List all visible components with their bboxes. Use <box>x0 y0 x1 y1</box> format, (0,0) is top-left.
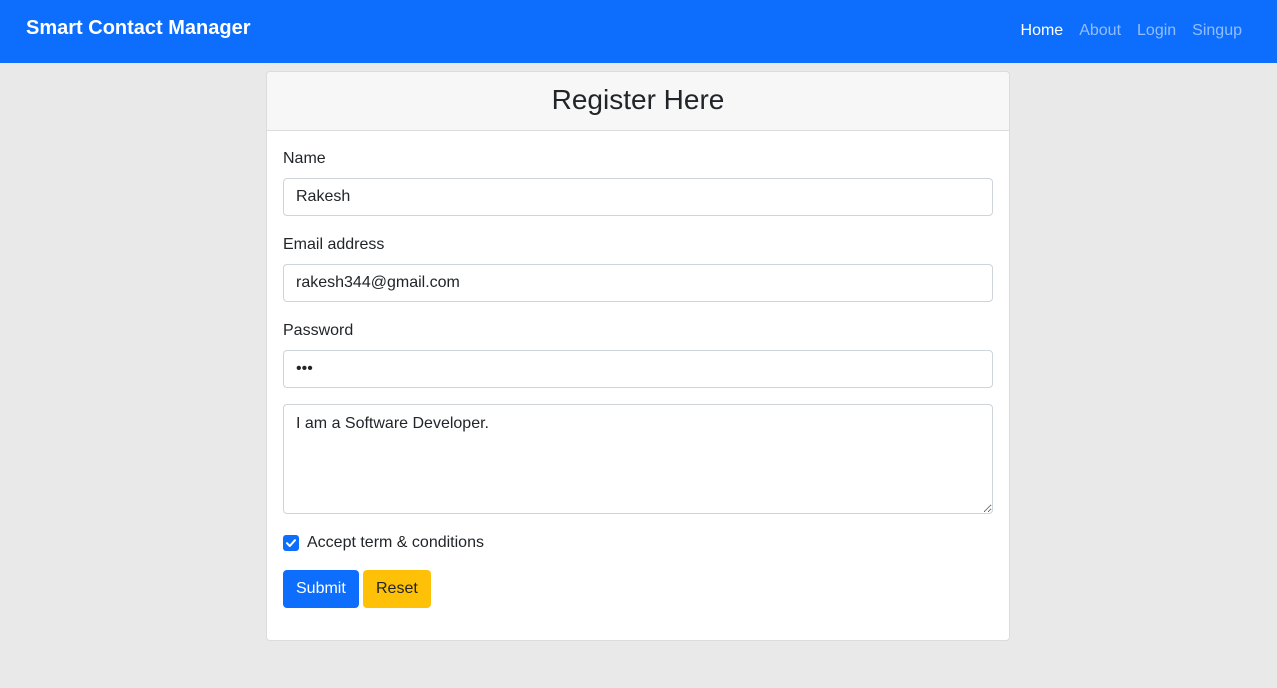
password-input[interactable] <box>283 350 993 388</box>
nav-links: Home About Login Singup <box>1021 22 1242 40</box>
email-input[interactable] <box>283 264 993 302</box>
brand-logo-text[interactable]: Smart Contact Manager <box>26 17 251 40</box>
nav-link-login[interactable]: Login <box>1137 22 1176 40</box>
terms-label[interactable]: Accept term & conditions <box>307 534 484 552</box>
terms-row: Accept term & conditions <box>283 534 484 552</box>
check-icon <box>286 539 296 547</box>
reset-button[interactable]: Reset <box>363 570 431 608</box>
navbar: Smart Contact Manager Home About Login S… <box>0 0 1277 63</box>
name-label: Name <box>283 150 326 167</box>
register-card: Register Here Name Email address Passwor… <box>266 71 1010 641</box>
register-title: Register Here <box>267 72 1009 131</box>
nav-link-signup[interactable]: Singup <box>1192 22 1242 40</box>
nav-link-about[interactable]: About <box>1079 22 1121 40</box>
name-input[interactable] <box>283 178 993 216</box>
about-textarea[interactable]: I am a Software Developer. <box>283 404 993 514</box>
email-label: Email address <box>283 236 385 253</box>
submit-button[interactable]: Submit <box>283 570 359 608</box>
nav-link-home[interactable]: Home <box>1021 22 1064 40</box>
terms-checkbox[interactable] <box>283 535 299 551</box>
password-label: Password <box>283 322 354 339</box>
